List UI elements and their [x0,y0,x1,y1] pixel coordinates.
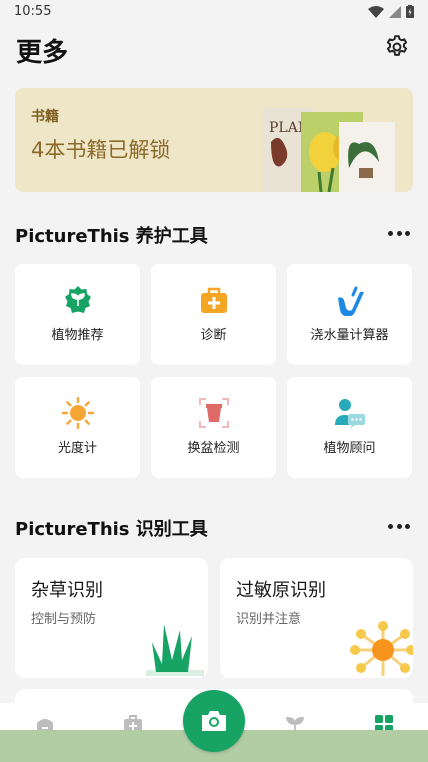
pot-icon [198,398,229,428]
consultant-chat-icon [334,399,365,429]
tool-label: 诊断 [200,328,227,343]
tool-plant-recommendation[interactable]: 植物推荐 [15,264,140,365]
page-title: 更多 [16,38,69,68]
settings-gear-icon[interactable] [384,34,410,60]
tool-label: 植物顾问 [323,441,376,456]
tool-light-meter[interactable]: 光度计 [15,377,140,478]
grass-icon [146,624,204,676]
battery-icon [406,5,414,18]
weed-subtitle: 控制与预防 [31,612,97,627]
wifi-icon [368,5,384,18]
tool-plant-consultant[interactable]: 植物顾问 [287,377,412,478]
tool-watering-calculator[interactable]: 浇水量计算器 [287,264,412,365]
allergen-subtitle: 识别并注意 [236,612,302,627]
camera-button[interactable] [183,690,245,752]
allergen-title: 过敏原识别 [236,580,326,601]
book-covers-image: PLAN [263,108,395,192]
header: 更多 [0,30,428,70]
status-icons [368,5,414,18]
care-tools-grid: 植物推荐 诊断 浇水量计算器 光度计 换盆检测 植物顾问 [15,264,413,478]
first-aid-kit-icon [200,287,227,313]
weed-title: 杂草识别 [31,580,103,601]
weed-identification-card[interactable]: 杂草识别 控制与预防 [15,558,208,678]
tool-diagnosis[interactable]: 诊断 [151,264,276,365]
status-time: 10:55 [14,4,52,19]
identify-more-button[interactable] [388,522,410,530]
tool-repot-check[interactable]: 换盆检测 [151,377,276,478]
watering-icon [337,286,364,316]
tool-label: 植物推荐 [51,328,104,343]
camera-icon [202,711,226,731]
identify-tools-title: PictureThis 识别工具 [15,519,208,540]
allergen-identification-card[interactable]: 过敏原识别 识别并注意 [220,558,413,678]
sun-icon [61,397,94,429]
care-tools-title: PictureThis 养护工具 [15,226,208,247]
books-banner[interactable]: 书籍 4本书籍已解锁 PLAN [15,88,413,192]
care-more-button[interactable] [388,229,410,237]
books-label: 书籍 [31,109,59,125]
signal-icon [389,5,401,18]
plant-badge-icon [64,286,91,313]
status-bar: 10:55 [0,0,428,24]
allergen-flower-icon [350,621,413,676]
tool-label: 光度计 [57,441,97,456]
tool-label: 浇水量计算器 [310,328,389,343]
tool-label: 换盆检测 [187,441,240,456]
books-unlocked-text: 4本书籍已解锁 [31,138,171,162]
